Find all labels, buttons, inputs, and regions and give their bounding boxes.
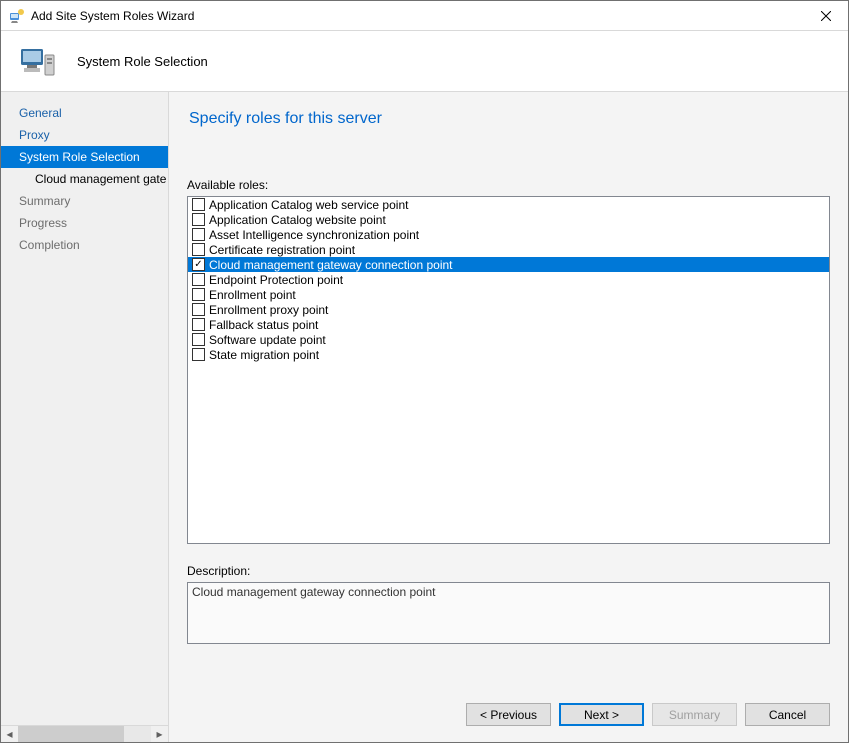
description-label: Description:	[187, 564, 830, 578]
cancel-button[interactable]: Cancel	[745, 703, 830, 726]
wizard-icon	[17, 41, 57, 81]
sidebar-item-progress[interactable]: Progress	[1, 212, 168, 234]
sidebar: GeneralProxySystem Role SelectionCloud m…	[1, 92, 169, 742]
role-label: Asset Intelligence synchronization point	[209, 228, 419, 242]
role-row[interactable]: Enrollment proxy point	[188, 302, 829, 317]
sidebar-item-cloud-management-gate[interactable]: Cloud management gate	[1, 168, 168, 190]
scroll-left-arrow[interactable]: ◂	[1, 726, 18, 742]
role-label: Application Catalog website point	[209, 213, 386, 227]
role-label: Enrollment point	[209, 288, 296, 302]
scroll-track[interactable]	[18, 726, 151, 742]
role-row[interactable]: Certificate registration point	[188, 242, 829, 257]
role-label: Software update point	[209, 333, 326, 347]
role-checkbox[interactable]	[192, 303, 205, 316]
sidebar-item-system-role-selection[interactable]: System Role Selection	[1, 146, 168, 168]
content: Specify roles for this server Available …	[169, 92, 848, 742]
role-checkbox[interactable]	[192, 333, 205, 346]
next-button[interactable]: Next >	[559, 703, 644, 726]
footer: < Previous Next > Summary Cancel	[187, 691, 830, 730]
sidebar-hscrollbar[interactable]: ◂ ▸	[1, 725, 168, 742]
role-checkbox[interactable]	[192, 348, 205, 361]
description-text: Cloud management gateway connection poin…	[192, 585, 436, 599]
body: GeneralProxySystem Role SelectionCloud m…	[1, 91, 848, 742]
role-label: State migration point	[209, 348, 319, 362]
role-row[interactable]: Software update point	[188, 332, 829, 347]
role-checkbox[interactable]	[192, 273, 205, 286]
role-label: Endpoint Protection point	[209, 273, 343, 287]
close-button[interactable]	[803, 1, 848, 30]
role-checkbox[interactable]	[192, 288, 205, 301]
role-label: Cloud management gateway connection poin…	[209, 258, 453, 272]
scroll-right-arrow[interactable]: ▸	[151, 726, 168, 742]
sidebar-item-completion[interactable]: Completion	[1, 234, 168, 256]
role-row[interactable]: Fallback status point	[188, 317, 829, 332]
role-checkbox[interactable]	[192, 243, 205, 256]
role-row[interactable]: State migration point	[188, 347, 829, 362]
header-strip: System Role Selection	[1, 31, 848, 91]
titlebar: Add Site System Roles Wizard	[1, 1, 848, 31]
role-checkbox[interactable]	[192, 198, 205, 211]
scroll-thumb[interactable]	[18, 726, 124, 742]
role-checkbox[interactable]	[192, 258, 205, 271]
description-box: Cloud management gateway connection poin…	[187, 582, 830, 644]
role-row[interactable]: Application Catalog website point	[188, 212, 829, 227]
role-label: Fallback status point	[209, 318, 318, 332]
available-roles-label: Available roles:	[187, 178, 830, 192]
sidebar-item-summary[interactable]: Summary	[1, 190, 168, 212]
page-title: System Role Selection	[77, 54, 208, 69]
sidebar-item-general[interactable]: General	[1, 102, 168, 124]
previous-button[interactable]: < Previous	[466, 703, 551, 726]
close-icon	[821, 11, 831, 21]
role-row[interactable]: Endpoint Protection point	[188, 272, 829, 287]
role-row[interactable]: Enrollment point	[188, 287, 829, 302]
role-row[interactable]: Asset Intelligence synchronization point	[188, 227, 829, 242]
role-checkbox[interactable]	[192, 228, 205, 241]
sidebar-item-proxy[interactable]: Proxy	[1, 124, 168, 146]
role-label: Enrollment proxy point	[209, 303, 328, 317]
role-checkbox[interactable]	[192, 213, 205, 226]
role-row[interactable]: Application Catalog web service point	[188, 197, 829, 212]
role-checkbox[interactable]	[192, 318, 205, 331]
role-label: Certificate registration point	[209, 243, 355, 257]
window-title: Add Site System Roles Wizard	[31, 9, 803, 23]
wizard-window: Add Site System Roles Wizard System Role…	[0, 0, 849, 743]
app-icon	[9, 8, 25, 24]
content-heading: Specify roles for this server	[187, 110, 830, 128]
available-roles-list[interactable]: Application Catalog web service pointApp…	[187, 196, 830, 544]
summary-button: Summary	[652, 703, 737, 726]
role-label: Application Catalog web service point	[209, 198, 408, 212]
role-row[interactable]: Cloud management gateway connection poin…	[188, 257, 829, 272]
sidebar-list: GeneralProxySystem Role SelectionCloud m…	[1, 92, 168, 725]
